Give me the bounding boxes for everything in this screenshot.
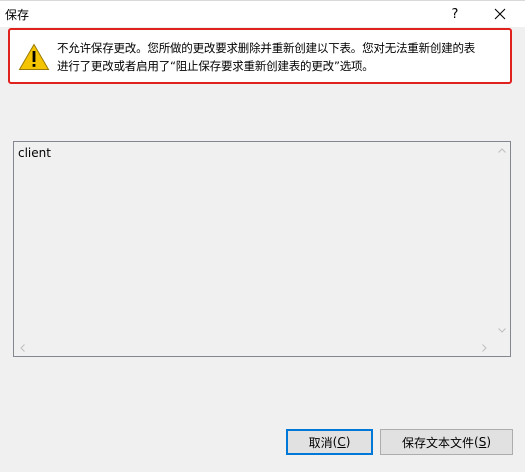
list-item[interactable]: client (18, 146, 51, 160)
save-accel-key: S (478, 435, 487, 449)
help-icon: ? (451, 6, 459, 22)
warning-line-1: 不允许保存更改。您所做的更改要求删除并重新创建以下表。您对无法重新创建的表 (57, 41, 476, 55)
scroll-down-arrow-icon[interactable] (493, 322, 510, 339)
cancel-accel-close: ) (345, 435, 351, 449)
warning-message: 不允许保存更改。您所做的更改要求删除并重新创建以下表。您对无法重新创建的表 进行… (57, 39, 505, 75)
warning-banner: 不允许保存更改。您所做的更改要求删除并重新创建以下表。您对无法重新创建的表 进行… (8, 28, 512, 84)
horizontal-scrollbar[interactable] (14, 339, 493, 356)
close-icon (494, 8, 506, 20)
table-list[interactable]: client (13, 141, 511, 357)
warning-icon (18, 43, 50, 70)
help-button[interactable]: ? (440, 1, 470, 27)
cancel-button[interactable]: 取消(C) (286, 429, 373, 455)
save-accel-close: ) (486, 435, 491, 449)
save-dialog: 保存 ? 不允许保存更改。您所做的更改要求删除并重新创建以下表。您对无法重新创建… (0, 0, 525, 472)
scroll-right-arrow-icon[interactable] (476, 339, 493, 356)
close-button[interactable] (484, 1, 516, 27)
save-text-file-button[interactable]: 保存文本文件(S) (380, 429, 513, 455)
warning-line-2: 进行了更改或者启用了“阻止保存要求重新创建表的更改”选项。 (57, 59, 374, 73)
scroll-corner (493, 339, 510, 356)
cancel-button-label: 取消 (308, 435, 333, 450)
vertical-scrollbar[interactable] (493, 142, 510, 339)
title-bar: 保存 ? (0, 1, 525, 27)
scroll-left-arrow-icon[interactable] (14, 339, 31, 356)
scroll-up-arrow-icon[interactable] (493, 142, 510, 159)
save-button-label: 保存文本文件 (401, 435, 474, 450)
table-list-content: client (14, 142, 493, 339)
cancel-accel-key: C (337, 435, 346, 449)
window-title: 保存 (5, 8, 30, 22)
